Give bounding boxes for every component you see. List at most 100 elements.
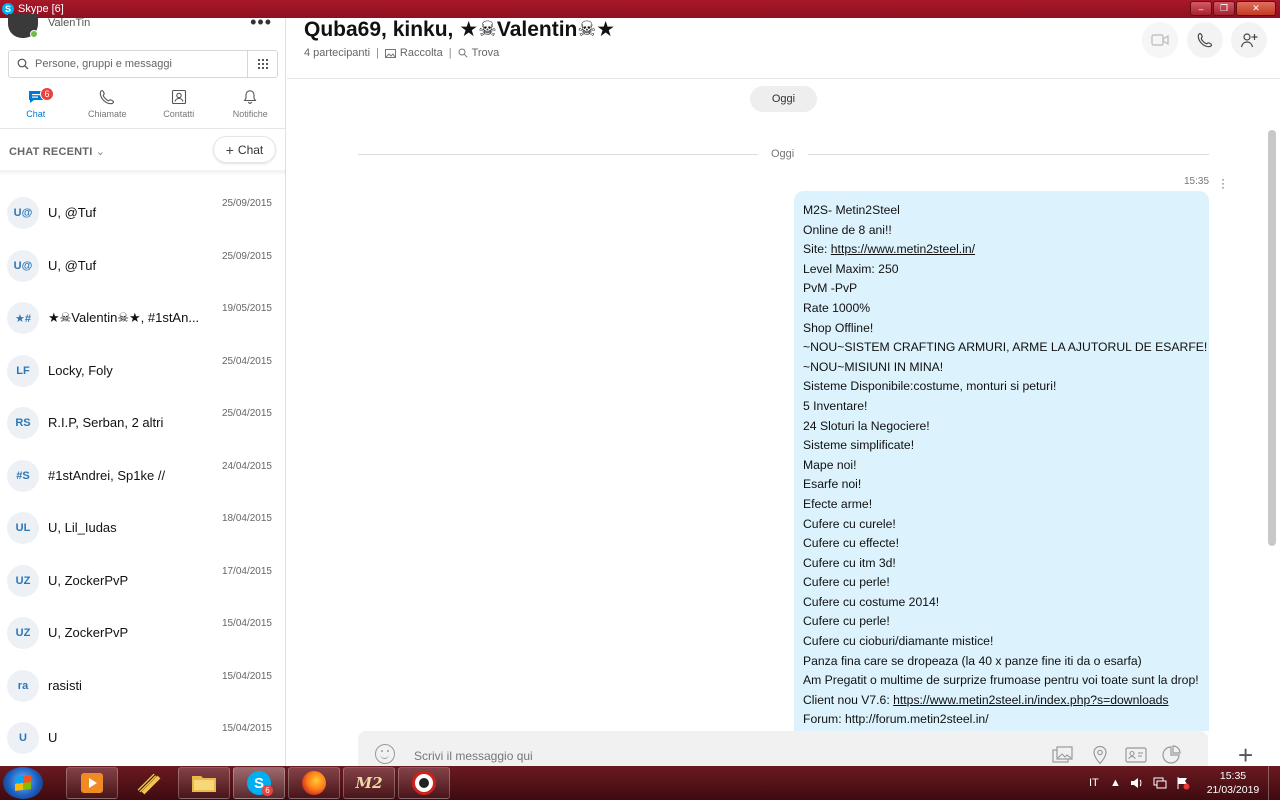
- poll-icon[interactable]: [1160, 745, 1182, 765]
- restore-button[interactable]: ❐: [1213, 1, 1235, 16]
- list-item[interactable]: UL U, Lil_Iudas 18/04/2015: [0, 499, 286, 551]
- sidebar: ValenTin ••• Persone, gruppi e messaggi …: [0, 12, 287, 766]
- list-item[interactable]: #S #1stAndrei, Sp1ke // 24/04/2015: [0, 447, 286, 499]
- message-line: ~NOU~MISIUNI IN MINA!: [803, 359, 944, 374]
- message-line: Panza fina care se dropeaza (la 40 x pan…: [803, 653, 1142, 668]
- message-more-icon[interactable]: · · ·: [1221, 173, 1225, 193]
- start-button[interactable]: [3, 767, 43, 799]
- chat-date: 25/04/2015: [221, 408, 272, 419]
- conversation-title[interactable]: Quba69, kinku, ★☠Valentin☠★: [304, 17, 615, 42]
- list-item[interactable]: UZ U, ZockerPvP 17/04/2015: [0, 552, 286, 604]
- recent-chat-list[interactable]: U@ U, @Tuf 25/09/2015 U@ U, @Tuf 25/09/2…: [0, 184, 286, 766]
- chat-name: ★☠Valentin☠★, #1stAn...: [48, 310, 200, 325]
- tab-contacts[interactable]: Contatti: [143, 86, 215, 128]
- list-item[interactable]: RS R.I.P, Serban, 2 altri 25/04/2015: [0, 394, 286, 446]
- chat-name: U, @Tuf: [48, 205, 97, 220]
- message-line-prefix: Site:: [803, 242, 831, 257]
- window-controls: – ❐ ✕: [1190, 1, 1276, 16]
- message-line: Shop Offline!: [803, 320, 874, 335]
- taskbar-recorder[interactable]: [398, 767, 450, 799]
- tab-calls[interactable]: Chiamate: [72, 86, 144, 128]
- chat-name: R.I.P, Serban, 2 altri: [48, 415, 164, 430]
- list-item[interactable]: U U 15/04/2015: [0, 709, 286, 761]
- participants-link[interactable]: 4 partecipanti: [304, 47, 370, 59]
- list-item[interactable]: LF Locky, Foly 25/04/2015: [0, 342, 286, 394]
- taskbar-metin2[interactable]: M2: [343, 767, 395, 799]
- tab-chat[interactable]: 6 Chat: [0, 86, 72, 128]
- message-line: 24 Sloturi la Negociere!: [803, 418, 930, 433]
- message-bubble[interactable]: M2S- Metin2Steel Online de 8 ani!! Site: h…: [794, 191, 1209, 731]
- date-divider-label: Oggi: [771, 148, 795, 160]
- folder-icon: [192, 776, 216, 792]
- list-item[interactable]: UZ U, ZockerPvP 15/04/2015: [0, 604, 286, 656]
- message-line: Esarfe noi!: [803, 477, 862, 492]
- list-item[interactable]: U@ U, @Tuf 25/09/2015: [0, 237, 286, 289]
- chat-date: 15/04/2015: [221, 723, 272, 734]
- new-chat-button[interactable]: + Chat: [213, 136, 276, 163]
- search-box[interactable]: Persone, gruppi e messaggi: [8, 50, 278, 78]
- gallery-label: Raccolta: [399, 47, 443, 59]
- chat-name: Locky, Foly: [48, 362, 113, 378]
- message-line: Mape noi!: [803, 457, 857, 472]
- chat-name: #1stAndrei, Sp1ke //: [48, 467, 166, 483]
- audio-call-button[interactable]: [1187, 22, 1223, 58]
- message-line: Level Maxim: 250: [803, 261, 899, 276]
- contact-card-icon[interactable]: [1125, 745, 1147, 765]
- message-input[interactable]: Scrivi il messaggio qui: [414, 749, 533, 763]
- chat-avatar: LF: [7, 354, 39, 387]
- add-participant-button[interactable]: [1231, 22, 1267, 58]
- nav-divider: [0, 128, 286, 129]
- message-line: Sisteme Disponibile:costume, monturi si …: [803, 379, 1057, 394]
- show-hidden-icons[interactable]: ▲: [1110, 766, 1121, 800]
- chat-avatar: U@: [7, 197, 39, 229]
- emoji-icon[interactable]: [375, 744, 395, 764]
- chat-avatar: U: [7, 722, 39, 754]
- system-clock[interactable]: 15:35 21/03/2019: [1200, 769, 1266, 797]
- volume-icon[interactable]: [1130, 766, 1144, 800]
- minimize-button[interactable]: –: [1190, 1, 1212, 16]
- dialpad-button[interactable]: [247, 51, 277, 77]
- media-gallery-icon[interactable]: [1052, 745, 1074, 765]
- recent-chats-header[interactable]: CHAT RECENTI ⌄: [9, 145, 105, 158]
- chat-avatar: ra: [7, 669, 39, 702]
- compose-bar: Scrivi il messaggio qui: [358, 731, 1208, 766]
- chat-date: 19/05/2015: [221, 303, 272, 314]
- message-line: Site: https://www.metin2steel.in/: [803, 240, 1200, 260]
- tab-notifications[interactable]: Notifiche: [215, 86, 287, 128]
- separator: |: [448, 47, 452, 59]
- message-timestamp: 15:35: [1184, 176, 1210, 187]
- close-button[interactable]: ✕: [1236, 1, 1276, 16]
- more-options-icon[interactable]: •••: [250, 12, 272, 33]
- taskbar-file-explorer[interactable]: [178, 767, 230, 799]
- video-camera-icon: [1151, 34, 1169, 46]
- message-line: Forum: http://forum.metin2steel.in/: [803, 712, 989, 727]
- contacts-icon: [171, 86, 187, 108]
- list-item[interactable]: ★# ★☠Valentin☠★, #1stAn... 19/05/2015: [0, 289, 286, 341]
- add-content-plus-icon[interactable]: +: [1238, 742, 1253, 768]
- separator: |: [376, 47, 379, 59]
- message-link[interactable]: https://www.metin2steel.in/index.php?s=d…: [893, 693, 1168, 707]
- taskbar-firefox[interactable]: [288, 767, 340, 799]
- list-item[interactable]: U@ U, @Tuf 25/09/2015: [0, 184, 286, 236]
- network-icon[interactable]: [1153, 766, 1167, 800]
- gallery-link[interactable]: Raccolta: [384, 47, 443, 59]
- taskbar-skype[interactable]: S 6: [233, 767, 285, 799]
- action-center-flag-icon[interactable]: [1176, 766, 1190, 800]
- search-input[interactable]: Persone, gruppi e messaggi: [35, 58, 247, 70]
- chat-name: U: [48, 730, 58, 745]
- message-line: Cufere cu perle!: [803, 575, 890, 590]
- profile[interactable]: ValenTin •••: [8, 12, 278, 40]
- find-link[interactable]: Trova: [458, 47, 499, 59]
- location-pin-icon[interactable]: [1089, 745, 1111, 765]
- message-link[interactable]: https://www.metin2steel.in/: [831, 242, 975, 256]
- language-indicator[interactable]: IT: [1089, 766, 1099, 800]
- list-item[interactable]: ra rasisti 15/04/2015: [0, 657, 286, 709]
- taskbar-app[interactable]: [122, 767, 174, 799]
- scrollbar[interactable]: [1268, 130, 1276, 546]
- taskbar-media-player[interactable]: [66, 767, 118, 799]
- clock-date: 21/03/2019: [1206, 784, 1260, 796]
- message-line: Cufere cu costume 2014!: [803, 594, 940, 609]
- video-call-button[interactable]: [1142, 22, 1178, 58]
- gallery-icon: [384, 48, 396, 58]
- show-desktop-button[interactable]: [1268, 766, 1280, 800]
